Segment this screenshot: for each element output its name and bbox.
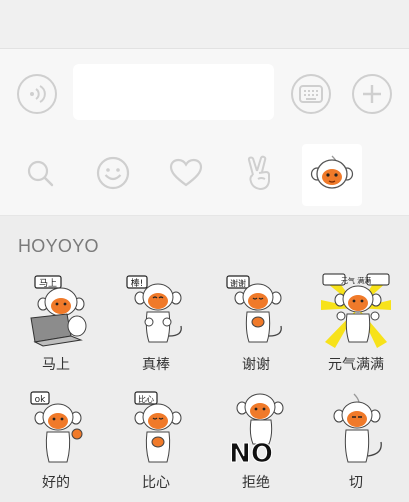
- tab-emoji[interactable]: [83, 144, 143, 206]
- monkey-energetic-sticker-image: 元气 满满: [321, 273, 391, 348]
- sticker-badge-text: 谢谢: [230, 278, 246, 288]
- sticker-badge-text: NO: [229, 439, 273, 466]
- monkey-thanks-sticker-image: 谢谢: [226, 275, 282, 343]
- sticker-label: 谢谢: [242, 356, 270, 372]
- plus-icon: [361, 83, 383, 105]
- heart-icon: [169, 158, 203, 193]
- tab-gestures[interactable]: [229, 144, 289, 206]
- voice-wave-icon: [26, 83, 48, 105]
- sticker-haode[interactable]: ok 好的: [11, 388, 101, 500]
- sticker-zhenbang[interactable]: 棒! 真棒: [111, 270, 201, 382]
- tab-sticker-pack-hoyoyo[interactable]: [302, 144, 362, 206]
- more-functions-button[interactable]: [352, 74, 392, 114]
- sticker-badge-text: 棒!: [131, 277, 144, 289]
- monkey-thumbs-up-sticker-image: 棒!: [126, 275, 182, 343]
- top-blank-area: [0, 0, 409, 48]
- sticker-label: 马上: [42, 356, 70, 372]
- chat-input-bar: [0, 48, 409, 136]
- emoji-toolbar: [0, 136, 409, 216]
- monkey-refuse-sticker-image: NO: [229, 393, 284, 466]
- sticker-label: 元气满满: [328, 356, 384, 372]
- sticker-jujue[interactable]: NO 拒绝: [211, 388, 301, 500]
- sticker-mashang[interactable]: 马上 马上: [11, 270, 101, 382]
- sticker-yuanqimanman[interactable]: 元气 满满 元气满满: [311, 270, 401, 382]
- sticker-badge-text: 元气 满满: [341, 276, 371, 285]
- voice-input-button[interactable]: [17, 74, 57, 114]
- sticker-qie[interactable]: 切: [311, 388, 401, 500]
- monkey-heart-hands-sticker-image: 比心: [134, 391, 182, 463]
- monkey-tsk-sticker-image: [333, 393, 382, 463]
- tab-favorites[interactable]: [156, 144, 216, 206]
- sticker-label: 比心: [142, 474, 170, 490]
- sticker-badge-text: 比心: [138, 394, 154, 404]
- sticker-label: 拒绝: [242, 474, 270, 490]
- sticker-label: 好的: [42, 474, 70, 490]
- sticker-pack-title: HOYOYO: [18, 236, 99, 256]
- sticker-label: 真棒: [142, 356, 170, 372]
- peace-hand-icon: [244, 155, 274, 196]
- smiley-icon: [95, 155, 131, 196]
- sticker-panel: HOYOYO 马上 马上 棒! 真棒 谢谢 谢谢 元气 满满 元气满满 ok 好…: [0, 216, 409, 502]
- sticker-badge-text: 马上: [39, 278, 57, 289]
- monkey-sticker-pack-icon: [310, 153, 354, 198]
- monkey-laptop-sticker-image: 马上: [30, 275, 87, 347]
- tab-search[interactable]: [10, 144, 70, 206]
- search-icon: [24, 157, 56, 194]
- keyboard-toggle-button[interactable]: [291, 74, 331, 114]
- monkey-ok-sticker-image: ok: [30, 391, 83, 463]
- message-input[interactable]: [73, 64, 274, 120]
- sticker-label: 切: [349, 474, 363, 490]
- sticker-badge-text: ok: [35, 395, 47, 405]
- keyboard-icon: [299, 85, 323, 103]
- sticker-xiexie[interactable]: 谢谢 谢谢: [211, 270, 301, 382]
- sticker-bixin[interactable]: 比心 比心: [111, 388, 201, 500]
